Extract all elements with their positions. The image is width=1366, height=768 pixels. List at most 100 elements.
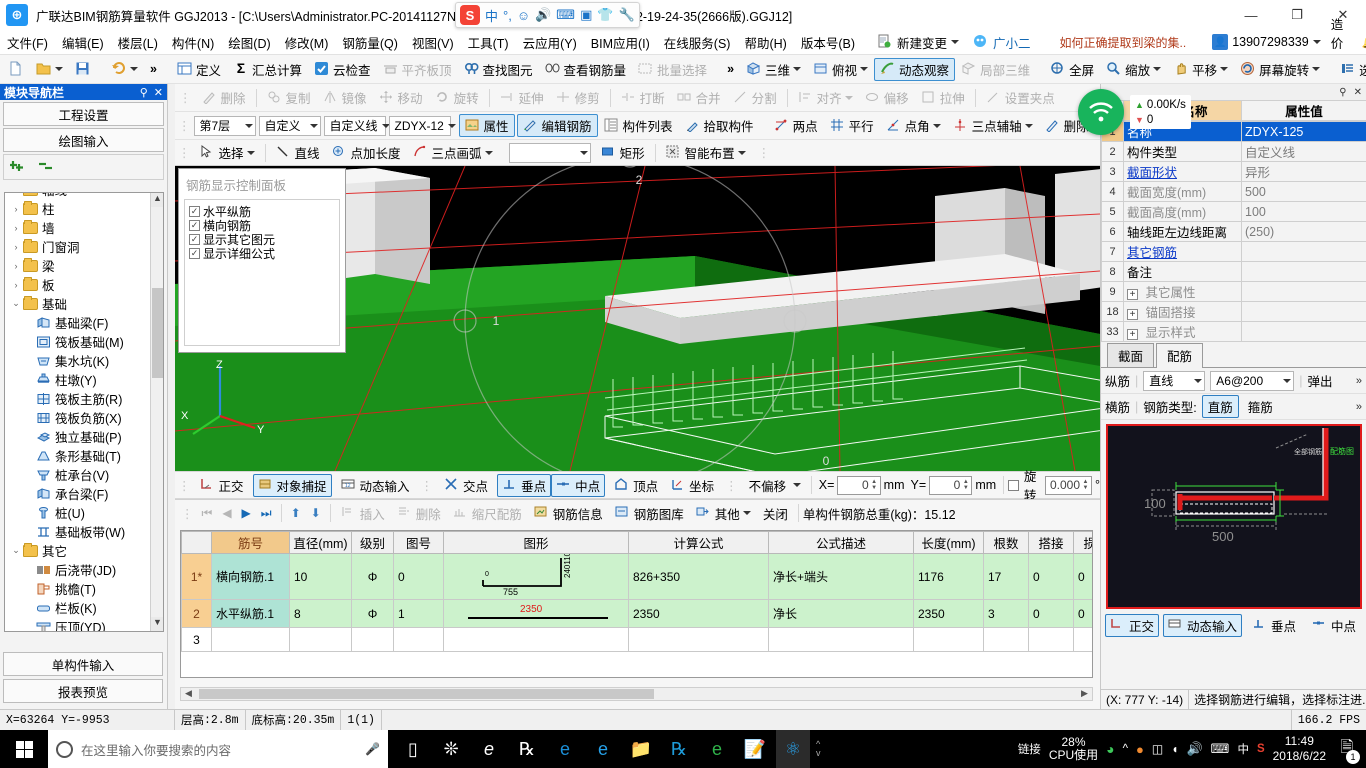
row-diameter[interactable]: 8	[289, 599, 352, 628]
grip-handle-6[interactable]: ⋮	[421, 478, 434, 493]
tree-item[interactable]: › 梁	[5, 256, 148, 275]
other-chevron-down-icon[interactable]	[742, 511, 751, 515]
longitudinal-spec-combo[interactable]: A6@200	[1210, 370, 1295, 391]
property-row-other-attrs[interactable]: 9 + 其它属性	[1101, 281, 1366, 302]
row-length[interactable]	[913, 627, 984, 652]
property-value[interactable]: 自定义线	[1241, 141, 1366, 162]
sum-calc-button[interactable]: Σ 汇总计算	[227, 58, 308, 81]
tree-item[interactable]: › 板	[5, 275, 148, 294]
task-view-icon[interactable]: ▯	[396, 730, 430, 768]
row-count[interactable]: 3	[983, 599, 1029, 628]
tree-item[interactable]: 桩(U)	[5, 503, 148, 522]
ime-skin-icon[interactable]: 👕	[597, 7, 613, 23]
menu-edit[interactable]: 编辑(E)	[55, 31, 111, 54]
rebar-type-straight-option[interactable]: 直筋	[1201, 395, 1239, 418]
rebar-type-stirrup-option[interactable]: 箍筋	[1244, 396, 1277, 417]
row-rebar-name[interactable]	[211, 627, 290, 652]
nav-last-button[interactable]: ⏭	[256, 506, 277, 521]
cloud-check-button[interactable]: 云检查	[308, 58, 377, 81]
tree-item[interactable]: 柱墩(Y)	[5, 370, 148, 389]
dyninput-toggle[interactable]: 12 动态输入	[335, 474, 416, 497]
tree-item[interactable]: 栏板(K)	[5, 598, 148, 617]
col-length[interactable]: 长度(mm)	[913, 531, 984, 554]
rebar-display-control-panel[interactable]: 钢筋显示控制面板 ✓ 水平纵筋 ✓ 横向钢筋 ✓ 显示其它图元 ✓ 显示详细公式	[178, 168, 346, 353]
three-point-arc-chevron-down-icon[interactable]	[484, 150, 493, 155]
maximize-button[interactable]: ❐	[1274, 0, 1320, 30]
property-value[interactable]	[1241, 241, 1366, 262]
checkbox-row-detail-formula[interactable]: ✓ 显示详细公式	[189, 246, 337, 261]
col-lap[interactable]: 搭接	[1028, 531, 1074, 554]
category-chevron-down-icon[interactable]	[309, 123, 318, 128]
tab-rebar-layout[interactable]: 配筋	[1156, 343, 1204, 368]
delete-row-button[interactable]: 删除	[391, 502, 447, 525]
component-list-button[interactable]: 构件列表	[598, 114, 679, 137]
open-chevron-down-icon[interactable]	[55, 67, 63, 71]
keyboard-icon[interactable]: ⌨	[1211, 741, 1230, 757]
nav-next-button[interactable]: ▶	[237, 506, 256, 520]
checkbox-other-elements[interactable]: ✓	[189, 233, 200, 245]
hscroll-right-icon[interactable]: ▶	[1077, 688, 1092, 700]
menu-component[interactable]: 构件(N)	[165, 31, 221, 54]
account-phone[interactable]: 13907298339	[1232, 35, 1308, 49]
two-point-button[interactable]: 两点	[768, 114, 824, 137]
split-button[interactable]: 分割	[727, 86, 783, 109]
security-icon[interactable]: ●	[1136, 742, 1144, 757]
grip-handle-4[interactable]: ⋮	[758, 145, 771, 160]
property-value[interactable]	[1241, 261, 1366, 282]
tree-item[interactable]: › 柱	[5, 199, 148, 218]
minimize-button[interactable]: —	[1228, 0, 1274, 30]
mirror-button[interactable]: 镜像	[317, 86, 373, 109]
expander-icon[interactable]: +	[1127, 309, 1138, 320]
property-key[interactable]: 截面形状	[1123, 161, 1242, 182]
tree-item[interactable]: 桩承台(V)	[5, 465, 148, 484]
snap-coordinate[interactable]: 坐标	[664, 474, 720, 497]
tree-item[interactable]: 筏板负筋(X)	[5, 408, 148, 427]
sogou-logo-icon[interactable]: S	[460, 5, 480, 25]
tree-scroll-down-icon[interactable]: ▼	[151, 617, 163, 631]
rebar-library-button[interactable]: 钢筋图库	[609, 502, 690, 525]
type-combo[interactable]: 自定义线	[323, 115, 390, 136]
property-value[interactable]: 500	[1241, 181, 1366, 202]
table-row[interactable]: 3	[181, 627, 1092, 652]
move-down-button[interactable]: ⬇	[306, 506, 326, 520]
align-chevron-down-icon[interactable]	[844, 95, 853, 100]
x-spinner[interactable]: ▲ ▼	[870, 477, 879, 494]
select-floor-button[interactable]: 选择楼层	[1334, 58, 1366, 81]
property-key[interactable]: 其它钢筋	[1123, 241, 1242, 262]
draw-style-chevron-down-icon[interactable]	[579, 150, 588, 155]
row-formula[interactable]: 826+350	[628, 553, 769, 600]
point-angle-chevron-down-icon[interactable]	[932, 123, 941, 128]
row-loss[interactable]	[1073, 627, 1092, 652]
tree-item[interactable]: 独立基础(P)	[5, 427, 148, 446]
checkbox-transverse[interactable]: ✓	[189, 219, 200, 231]
close-icon[interactable]: ✕	[154, 86, 163, 99]
microphone-icon[interactable]: 🎤	[365, 742, 380, 756]
g-icon[interactable]: ℞	[662, 730, 696, 768]
properties-button[interactable]: 属性	[458, 114, 515, 137]
edge-legacy-icon[interactable]: e	[472, 730, 506, 768]
extend-button[interactable]: 延伸	[494, 86, 550, 109]
tree-item[interactable]: 挑檐(T)	[5, 579, 148, 598]
merge-button[interactable]: 合并	[671, 86, 727, 109]
property-value[interactable]	[1241, 321, 1366, 342]
tree-item[interactable]: ⌄ 其它	[5, 541, 148, 560]
notes-icon[interactable]: 📝	[738, 730, 772, 768]
osnap-toggle[interactable]: 对象捕捉	[252, 473, 332, 497]
chevron-right-icon[interactable]: ›	[9, 193, 23, 195]
row-count[interactable]	[983, 627, 1029, 652]
ime-mode-icon[interactable]: 中	[485, 6, 498, 25]
folder-icon[interactable]: 📁	[624, 730, 658, 768]
screen-rotate-button[interactable]: 屏幕旋转	[1234, 58, 1326, 81]
row-shape[interactable]	[443, 627, 629, 652]
new-file-button[interactable]	[0, 59, 30, 79]
col-diameter[interactable]: 直径(mm)	[289, 531, 352, 554]
checkbox-detail-formula[interactable]: ✓	[189, 247, 200, 259]
define-button[interactable]: 定义	[171, 58, 227, 81]
row-loss[interactable]: 0	[1073, 553, 1092, 600]
menu-floor[interactable]: 楼层(L)	[111, 31, 165, 54]
new-change-button[interactable]: 新建变更	[870, 31, 966, 54]
ime-keyboard-icon[interactable]: ⌨	[556, 7, 575, 23]
property-row-component-type[interactable]: 2 构件类型 自定义线	[1101, 141, 1366, 162]
col-grade[interactable]: 级别	[351, 531, 394, 554]
property-value[interactable]: 100	[1241, 201, 1366, 222]
